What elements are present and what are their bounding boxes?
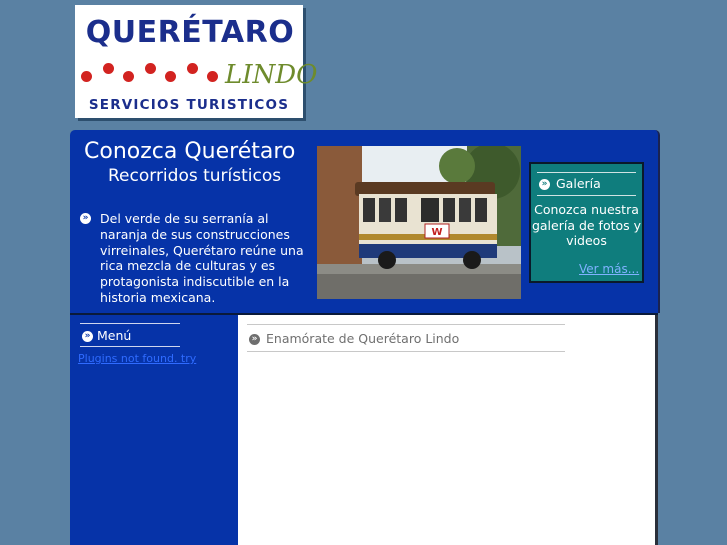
content-bullet-icon: » <box>249 334 260 345</box>
ver-mas-link[interactable]: Ver más... <box>579 262 639 276</box>
content-rule-top <box>247 324 565 325</box>
sidebar-heading: » Menú <box>82 328 131 344</box>
site-logo[interactable]: QUERÉTARO LINDO SERVICIOS TURISTICOS <box>75 5 317 118</box>
description-text: Del verde de su serranía al naranja de s… <box>100 211 304 305</box>
site-description: » Del verde de su serranía al naranja de… <box>80 211 305 306</box>
menu-bullet-icon: » <box>82 331 93 342</box>
sidebar-heading-label: Menú <box>97 328 132 343</box>
sidebar-rule-bottom <box>80 346 180 347</box>
site-subtitle: Recorridos turísticos <box>108 166 282 186</box>
galeria-text: Conozca nuestra galería de fotos y video… <box>531 202 642 248</box>
sidebar-rule-top <box>80 323 180 324</box>
content-rule-bottom <box>247 351 565 352</box>
site-title: Conozca Querétaro <box>84 139 296 164</box>
content-heading-label: Enamórate de Querétaro Lindo <box>266 331 460 346</box>
trolley-sign: W <box>431 227 442 238</box>
galeria-heading-label: Galería <box>556 176 601 191</box>
galeria-rule-bottom <box>537 195 636 196</box>
logo-dots <box>79 61 219 83</box>
sidebar: » Menú Plugins not found. try <box>70 315 238 545</box>
logo-title: QUERÉTARO <box>85 15 295 50</box>
galeria-rule-top <box>537 172 636 173</box>
trolley-photo: W <box>317 146 521 299</box>
galeria-bullet-icon: » <box>539 179 550 190</box>
plugins-link[interactable]: Plugins not found. try <box>78 352 196 365</box>
content-heading: » Enamórate de Querétaro Lindo <box>249 331 459 347</box>
galeria-heading: » Galería <box>539 176 601 192</box>
logo-tagline: SERVICIOS TURISTICOS <box>88 97 290 113</box>
logo-subtitle: LINDO <box>225 60 318 90</box>
galeria-box: » Galería Conozca nuestra galería de foto… <box>529 162 644 283</box>
main-content: » Enamórate de Querétaro Lindo <box>238 315 658 545</box>
trolley-photo-icon: W <box>317 146 521 299</box>
header-banner: Conozca Querétaro Recorridos turísticos … <box>70 130 660 313</box>
bullet-arrow-icon: » <box>80 213 91 224</box>
